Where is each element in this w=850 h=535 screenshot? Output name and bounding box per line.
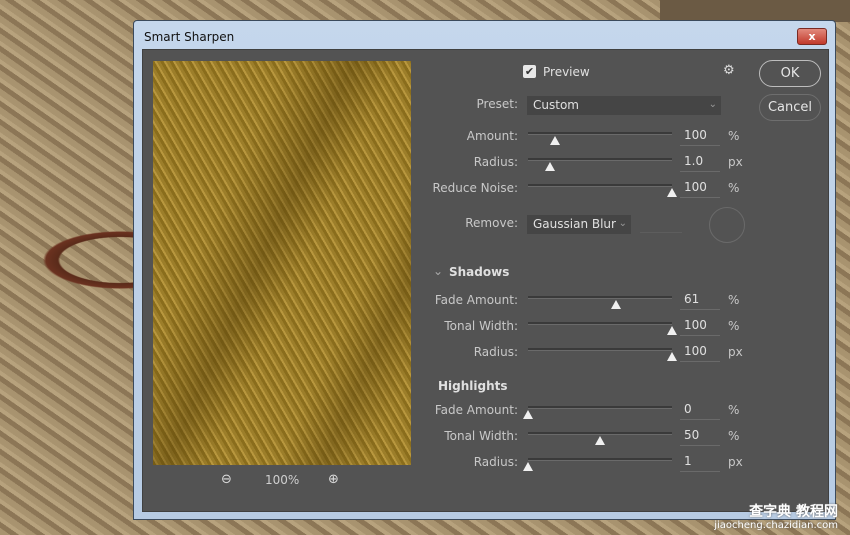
slider-unit: % xyxy=(728,129,740,143)
slider-label: Tonal Width: xyxy=(444,319,518,333)
slider-value-input[interactable]: 0 xyxy=(680,402,720,420)
slider-thumb[interactable] xyxy=(550,136,561,145)
slider-label: Fade Amount: xyxy=(434,293,518,307)
slider-label: Radius: xyxy=(473,155,518,169)
slider-label: Radius: xyxy=(473,455,518,469)
highlights-heading: Highlights xyxy=(438,379,508,393)
background-layer xyxy=(660,0,850,22)
slider-track[interactable] xyxy=(528,458,672,461)
slider-thumb[interactable] xyxy=(523,462,533,471)
slider-value-input[interactable]: 50 xyxy=(680,428,720,446)
slider-value-input[interactable]: 1.0 xyxy=(680,154,720,172)
slider-thumb[interactable] xyxy=(544,162,555,171)
cancel-button[interactable]: Cancel xyxy=(759,94,821,121)
remove-select[interactable]: Gaussian Blur ⌄ xyxy=(527,215,631,234)
preview-image[interactable] xyxy=(153,61,411,465)
zoom-level: 100% xyxy=(265,473,300,487)
dialog-panel: ⊖ 100% ⊕ ✔ Preview ⚙ OK Cancel Preset: C… xyxy=(142,49,829,512)
preset-label: Preset: xyxy=(476,97,518,111)
slider-value-input[interactable]: 61 xyxy=(680,292,720,310)
slider-unit: % xyxy=(728,181,740,195)
slider-value-input[interactable]: 100 xyxy=(680,318,720,336)
dialog-title: Smart Sharpen xyxy=(144,30,235,44)
slider-thumb[interactable] xyxy=(610,300,621,309)
slider-unit: % xyxy=(728,429,740,443)
preview-checkbox[interactable]: ✔ xyxy=(523,65,536,78)
slider-value-input[interactable]: 100 xyxy=(680,128,720,146)
slider-track[interactable] xyxy=(528,406,672,409)
slider-label: Amount: xyxy=(466,129,518,143)
slider-track[interactable] xyxy=(528,322,672,325)
chevron-down-icon[interactable]: ⌄ xyxy=(433,264,443,278)
slider-label: Radius: xyxy=(473,345,518,359)
slider-track[interactable] xyxy=(528,296,672,299)
close-button[interactable]: x xyxy=(797,28,827,45)
gear-icon[interactable]: ⚙ xyxy=(723,63,735,78)
zoom-out-icon[interactable]: ⊖ xyxy=(221,472,237,488)
slider-label: Fade Amount: xyxy=(434,403,518,417)
zoom-in-icon[interactable]: ⊕ xyxy=(328,472,344,488)
chevron-down-icon: ⌄ xyxy=(618,218,627,229)
slider-track[interactable] xyxy=(528,348,672,351)
slider-unit: % xyxy=(728,319,740,333)
slider-value-input[interactable]: 1 xyxy=(680,454,720,472)
ok-button[interactable]: OK xyxy=(759,60,821,87)
slider-track[interactable] xyxy=(528,132,672,135)
smart-sharpen-dialog: Smart Sharpen x ⊖ 100% ⊕ ✔ Preview ⚙ OK … xyxy=(133,20,836,520)
slider-track[interactable] xyxy=(528,158,672,161)
preset-value: Custom xyxy=(533,98,579,112)
slider-unit: % xyxy=(728,403,740,417)
slider-thumb[interactable] xyxy=(667,188,677,197)
slider-value-input[interactable]: 100 xyxy=(680,180,720,198)
slider-thumb[interactable] xyxy=(595,436,605,445)
slider-unit: px xyxy=(728,345,743,359)
slider-thumb[interactable] xyxy=(523,410,533,419)
slider-value-input[interactable]: 100 xyxy=(680,344,720,362)
slider-unit: px xyxy=(728,455,743,469)
slider-track[interactable] xyxy=(528,432,672,435)
angle-dial xyxy=(709,207,745,243)
slider-label: Reduce Noise: xyxy=(432,181,518,195)
chevron-down-icon: ⌄ xyxy=(708,99,717,110)
remove-value: Gaussian Blur xyxy=(533,217,616,231)
preview-label: Preview xyxy=(543,65,590,79)
shadows-heading[interactable]: Shadows xyxy=(449,265,509,279)
slider-thumb[interactable] xyxy=(667,352,677,361)
remove-label: Remove: xyxy=(465,216,518,230)
preset-select[interactable]: Custom ⌄ xyxy=(527,96,721,115)
slider-thumb[interactable] xyxy=(667,326,677,335)
watermark-logo: 查字典 教程网 jiaocheng.chazidian.com xyxy=(714,504,838,531)
slider-unit: % xyxy=(728,293,740,307)
slider-track[interactable] xyxy=(528,184,672,187)
slider-unit: px xyxy=(728,155,743,169)
angle-field xyxy=(640,215,682,233)
slider-label: Tonal Width: xyxy=(444,429,518,443)
